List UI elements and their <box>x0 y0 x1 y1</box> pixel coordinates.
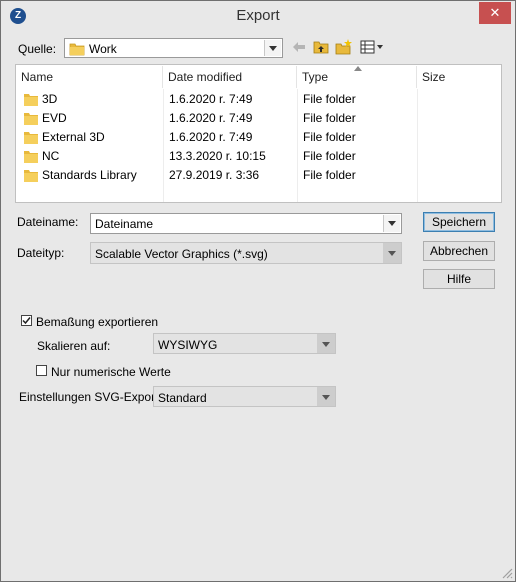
cancel-button[interactable]: Abbrechen <box>423 241 495 261</box>
title-bar: Z Export ✕ <box>1 1 515 31</box>
resize-grip-icon[interactable] <box>499 565 513 579</box>
file-type: File folder <box>303 92 356 106</box>
save-button[interactable]: Speichern <box>423 212 495 232</box>
list-item[interactable]: NC 13.3.2020 r. 10:15 File folder <box>16 147 501 166</box>
filename-input[interactable]: Dateiname <box>90 213 402 234</box>
folder-icon <box>69 43 85 56</box>
numeric-only-checkbox[interactable] <box>36 365 47 376</box>
file-date: 13.3.2020 r. 10:15 <box>169 149 266 163</box>
file-name: EVD <box>42 111 67 125</box>
file-type: File folder <box>303 149 356 163</box>
chevron-down-icon[interactable] <box>317 334 335 353</box>
svg-settings-select[interactable]: Standard <box>153 386 336 407</box>
folder-icon <box>24 94 38 106</box>
back-arrow-icon[interactable] <box>290 38 308 56</box>
export-dialog: Z Export ✕ Quelle: Work Name Date modifi… <box>0 0 516 582</box>
file-name: Standards Library <box>42 168 137 182</box>
list-item[interactable]: 3D 1.6.2020 r. 7:49 File folder <box>16 90 501 109</box>
close-button[interactable]: ✕ <box>479 2 511 24</box>
file-type: File folder <box>303 168 356 182</box>
list-item[interactable]: External 3D 1.6.2020 r. 7:49 File folder <box>16 128 501 147</box>
column-header-date[interactable]: Date modified <box>163 66 297 88</box>
chevron-down-icon[interactable] <box>383 215 400 232</box>
scale-label: Skalieren auf: <box>37 339 111 353</box>
file-list[interactable]: Name Date modified Type Size 3D 1.6.2020… <box>15 64 502 203</box>
chevron-down-icon[interactable] <box>264 40 281 56</box>
svg-settings-value: Standard <box>158 391 207 405</box>
chevron-down-icon[interactable] <box>383 243 401 263</box>
checkmark-icon <box>22 317 31 325</box>
filename-value: Dateiname <box>95 217 154 231</box>
file-name: NC <box>42 149 60 163</box>
svg-settings-label: Einstellungen SVG-Export: <box>19 390 162 404</box>
folder-icon <box>24 151 38 163</box>
window-title: Export <box>236 7 280 24</box>
file-date: 1.6.2020 r. 7:49 <box>169 130 253 144</box>
folder-icon <box>24 113 38 125</box>
folder-icon <box>24 170 38 182</box>
view-menu-icon[interactable] <box>359 38 387 56</box>
location-combo[interactable]: Work <box>64 38 283 58</box>
scale-value: WYSIWYG <box>158 338 218 352</box>
numeric-only-label: Nur numerische Werte <box>51 365 171 379</box>
new-folder-icon[interactable] <box>335 38 353 56</box>
file-type: File folder <box>303 111 356 125</box>
list-item[interactable]: EVD 1.6.2020 r. 7:49 File folder <box>16 109 501 128</box>
file-date: 27.9.2019 r. 3:36 <box>169 168 260 182</box>
filetype-label: Dateityp: <box>17 246 65 260</box>
location-value: Work <box>89 42 117 56</box>
export-dimensions-checkbox[interactable] <box>21 315 32 326</box>
export-dimensions-label: Bemaßung exportieren <box>36 315 159 329</box>
file-name: 3D <box>42 92 58 106</box>
column-header-size[interactable]: Size <box>417 66 501 88</box>
folder-icon <box>24 132 38 144</box>
file-date: 1.6.2020 r. 7:49 <box>169 111 253 125</box>
filetype-value: Scalable Vector Graphics (*.svg) <box>95 247 268 261</box>
filetype-select[interactable]: Scalable Vector Graphics (*.svg) <box>90 242 402 264</box>
file-type: File folder <box>303 130 356 144</box>
sort-ascending-icon <box>354 66 362 71</box>
file-date: 1.6.2020 r. 7:49 <box>169 92 253 106</box>
filename-label: Dateiname: <box>17 215 79 229</box>
file-name: External 3D <box>42 130 105 144</box>
chevron-down-icon[interactable] <box>317 387 335 406</box>
scale-select[interactable]: WYSIWYG <box>153 333 336 354</box>
location-label: Quelle: <box>18 42 57 56</box>
up-folder-icon[interactable] <box>312 38 330 56</box>
help-button[interactable]: Hilfe <box>423 269 495 289</box>
column-header-name[interactable]: Name <box>16 66 163 88</box>
list-item[interactable]: Standards Library 27.9.2019 r. 3:36 File… <box>16 166 501 185</box>
